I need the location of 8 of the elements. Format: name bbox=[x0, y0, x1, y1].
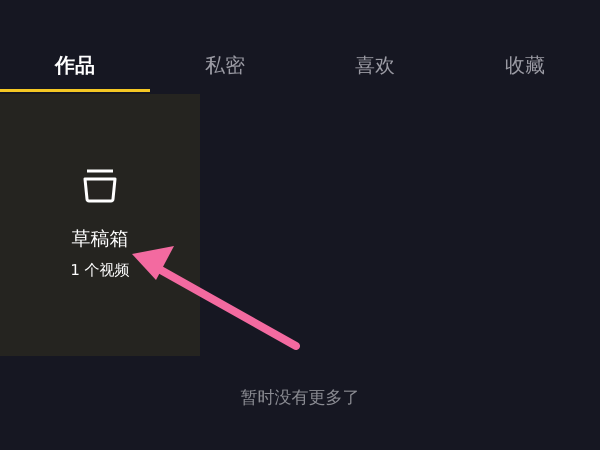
tab[interactable]: 收藏 bbox=[450, 40, 600, 92]
no-more-text: 暂时没有更多了 bbox=[240, 388, 360, 408]
drafts-tile[interactable]: 草稿箱 1 个视频 bbox=[0, 94, 200, 356]
tab[interactable]: 喜欢 bbox=[300, 40, 450, 92]
tab[interactable]: 私密 bbox=[150, 40, 300, 92]
video-count: 1 个视频 bbox=[70, 260, 130, 281]
box-icon bbox=[81, 168, 119, 202]
drafts-title: 草稿箱 bbox=[72, 226, 128, 252]
